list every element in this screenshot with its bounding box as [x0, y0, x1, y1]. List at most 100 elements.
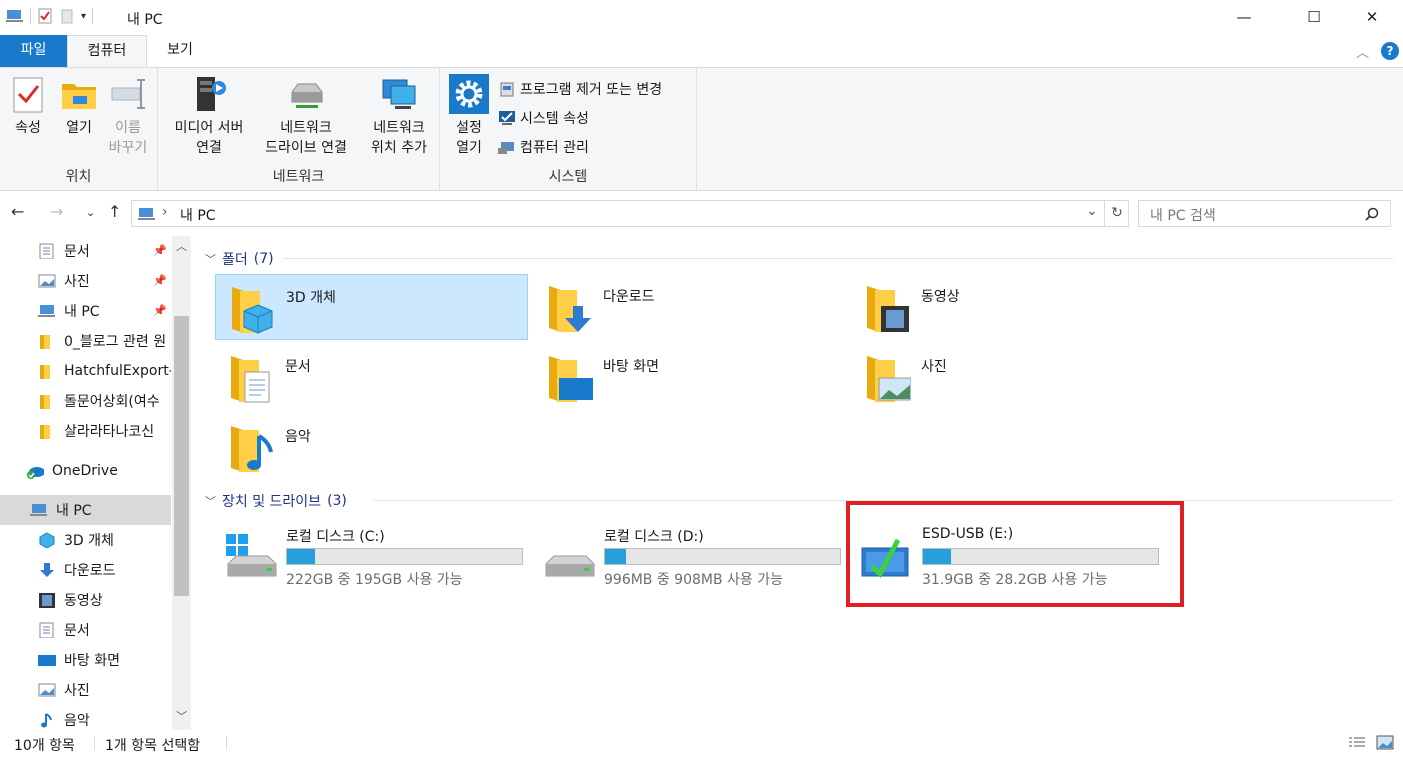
navigation-pane: 문서 📌 사진 📌 내 PC 📌 0_블로그 관련 원 HatchfulExpo… [0, 236, 193, 730]
add-location-label-1: 네트워크 [373, 120, 425, 136]
map-drive-label-1: 네트워크 [280, 120, 332, 136]
new-folder-icon[interactable] [59, 8, 75, 24]
sidebar-item-folder[interactable]: 돌문어상회(여수 [0, 386, 171, 416]
rename-label-2: 바꾸기 [108, 140, 148, 156]
folder-videos[interactable]: 동영상 [851, 274, 1164, 340]
sidebar-item-desktop[interactable]: 바탕 화면 [0, 645, 171, 675]
folder-music[interactable]: 음악 [215, 414, 528, 480]
sidebar-item-documents[interactable]: 문서 [0, 615, 171, 645]
sidebar-item-videos[interactable]: 동영상 [0, 585, 171, 615]
scroll-up-icon[interactable]: ︿ [176, 238, 187, 254]
computer-management-button[interactable]: 컴퓨터 관리 [498, 136, 589, 158]
pin-icon[interactable]: 📌 [153, 304, 167, 317]
sidebar-item-label: 0_블로그 관련 원 [64, 334, 167, 350]
folder-3d-objects[interactable]: 3D 개체 [215, 274, 528, 340]
tab-file[interactable]: 파일 [0, 35, 67, 67]
pin-icon[interactable]: 📌 [153, 244, 167, 257]
address-dropdown-icon[interactable]: ⌄ [1086, 203, 1098, 219]
folder-desktop[interactable]: 바탕 화면 [533, 344, 846, 410]
system-group: 설정 열기 프로그램 제거 또는 변경 시스템 속성 컴퓨터 관리 시스템 [440, 68, 697, 190]
collapse-ribbon-icon[interactable]: ︿ [1356, 42, 1369, 61]
maximize-button[interactable]: ☐ [1291, 0, 1337, 33]
up-button[interactable]: ↑ [108, 202, 121, 221]
breadcrumb[interactable]: 내 PC [180, 205, 216, 225]
drives-section-count: (3) [327, 493, 347, 509]
sidebar-item-documents-quick[interactable]: 문서 📌 [0, 236, 171, 266]
help-icon[interactable]: ? [1381, 42, 1399, 60]
tab-view[interactable]: 보기 [150, 35, 210, 67]
open-button[interactable]: 열기 [58, 74, 100, 138]
qat-dropdown-icon[interactable]: ▾ [81, 11, 86, 22]
search-icon[interactable] [1365, 207, 1379, 221]
folder-pictures[interactable]: 사진 [851, 344, 1164, 410]
media-server-button[interactable]: 미디어 서버 연결 [166, 74, 252, 158]
back-button[interactable]: ← [11, 202, 24, 221]
this-pc-icon [30, 504, 47, 516]
drives-section-header[interactable]: ﹀ 장치 및 드라이브 (3) [205, 491, 347, 511]
sidebar-scrollbar[interactable]: ︿ ﹀ [172, 236, 191, 730]
properties-button[interactable]: 속성 [8, 74, 48, 138]
sidebar-item-label: OneDrive [52, 463, 118, 479]
breadcrumb-chevron-icon[interactable]: › [162, 204, 168, 220]
drive-d[interactable]: 로컬 디스크 (D:) 996MB 중 908MB 사용 가능 [534, 516, 844, 596]
sidebar-item-downloads[interactable]: 다운로드 [0, 555, 171, 585]
properties-label: 속성 [15, 120, 41, 136]
details-view-icon[interactable] [1348, 736, 1366, 750]
chevron-down-icon[interactable]: ﹀ [205, 493, 216, 509]
uninstall-program-button[interactable]: 프로그램 제거 또는 변경 [498, 78, 662, 100]
scroll-down-icon[interactable]: ﹀ [176, 708, 187, 724]
sidebar-item-onedrive[interactable]: OneDrive [0, 456, 171, 486]
drive-free-space: 996MB 중 908MB 사용 가능 [604, 572, 784, 588]
recent-locations-button[interactable]: ⌄ [86, 206, 95, 219]
settings-label-2: 열기 [456, 140, 482, 156]
close-button[interactable]: ✕ [1349, 0, 1395, 33]
add-network-location-button[interactable]: 네트워크 위치 추가 [364, 74, 434, 158]
folder-label: 동영상 [921, 289, 960, 305]
media-server-label-2: 연결 [196, 140, 222, 156]
sidebar-item-3d-objects[interactable]: 3D 개체 [0, 525, 171, 555]
ribbon-tabs: 파일 컴퓨터 보기 ︿ ? [0, 35, 1403, 68]
sidebar-item-pictures-quick[interactable]: 사진 📌 [0, 266, 171, 296]
open-folder-icon [62, 84, 96, 109]
rename-icon [111, 79, 145, 109]
drive-c[interactable]: 로컬 디스크 (C:) 222GB 중 195GB 사용 가능 [216, 516, 526, 596]
address-box[interactable]: › 내 PC ⌄ ↻ [131, 200, 1129, 227]
network-group: 미디어 서버 연결 네트워크 드라이브 연결 네트워크 위치 추가 네트워크 [158, 68, 440, 190]
chevron-down-icon[interactable]: ﹀ [205, 251, 216, 267]
sidebar-item-folder[interactable]: 살라라타나코신 [0, 416, 171, 446]
uninstall-label: 프로그램 제거 또는 변경 [520, 82, 663, 98]
desktop-folder-icon [549, 356, 593, 402]
sidebar-item-folder[interactable]: 0_블로그 관련 원 [0, 326, 171, 356]
scrollbar-thumb[interactable] [174, 316, 189, 596]
minimize-button[interactable]: — [1221, 0, 1267, 33]
divider [92, 8, 94, 24]
large-icons-view-icon[interactable] [1376, 735, 1394, 750]
refresh-icon[interactable]: ↻ [1104, 201, 1129, 226]
sidebar-item-folder[interactable]: HatchfulExport-A [0, 356, 171, 386]
this-pc-icon [6, 10, 23, 22]
pin-icon[interactable]: 📌 [153, 274, 167, 287]
sidebar-item-label: 내 PC [56, 503, 92, 519]
rename-button[interactable]: 이름 바꾸기 [106, 74, 150, 158]
forward-button[interactable]: → [50, 202, 63, 221]
sidebar-item-label: 돌문어상회(여수 [64, 394, 160, 410]
sidebar-item-this-pc-quick[interactable]: 내 PC 📌 [0, 296, 171, 326]
settings-label-1: 설정 [456, 120, 482, 136]
folders-section-header[interactable]: ﹀ 폴더 (7) [205, 249, 274, 269]
folder-documents[interactable]: 문서 [215, 344, 528, 410]
properties-check-icon[interactable] [37, 8, 53, 24]
item-count: 10개 항목 [14, 738, 75, 754]
map-network-drive-button[interactable]: 네트워크 드라이브 연결 [254, 74, 358, 158]
sidebar-item-this-pc[interactable]: 내 PC [0, 495, 171, 525]
folder-label: 바탕 화면 [603, 359, 659, 375]
tab-computer[interactable]: 컴퓨터 [67, 35, 147, 68]
folder-downloads[interactable]: 다운로드 [533, 274, 846, 340]
drive-usage-bar [286, 548, 523, 565]
title-bar: ▾ 내 PC — ☐ ✕ [0, 0, 1403, 35]
sidebar-item-pictures[interactable]: 사진 [0, 675, 171, 705]
drive-usage-fill [287, 549, 316, 564]
search-input[interactable]: 내 PC 검색 [1138, 200, 1391, 227]
videos-folder-icon [867, 286, 909, 332]
system-properties-button[interactable]: 시스템 속성 [498, 107, 589, 129]
open-settings-button[interactable]: 설정 열기 [446, 74, 492, 158]
